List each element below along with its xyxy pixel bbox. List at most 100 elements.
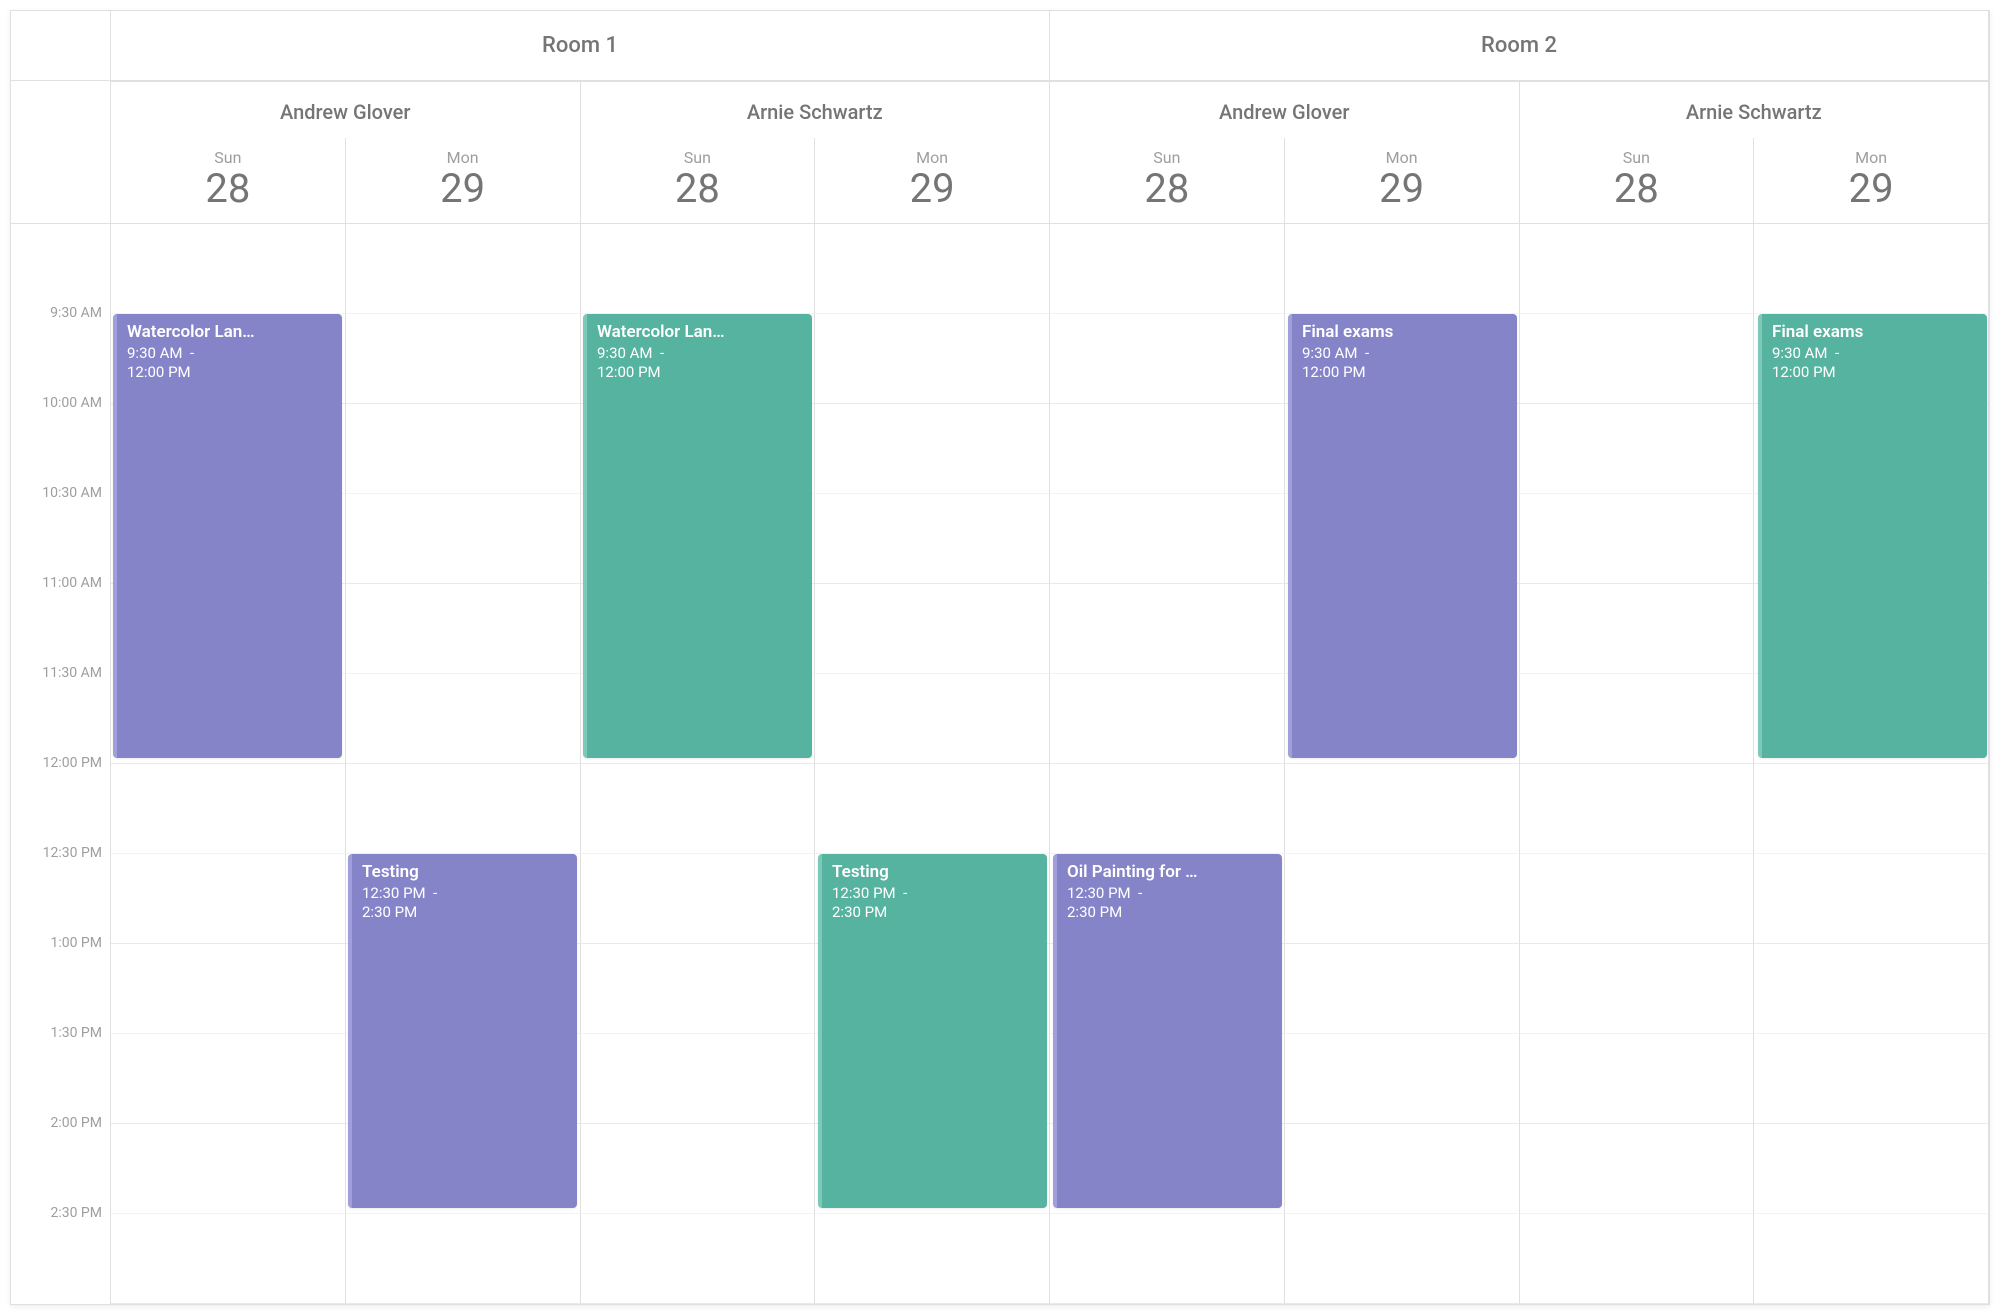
time-cell[interactable] [1754,944,1989,1034]
time-cell[interactable] [1754,1214,1989,1304]
time-cell[interactable] [1754,1124,1989,1214]
time-cell[interactable] [1285,764,1520,854]
time-cell[interactable] [1754,854,1989,944]
time-cell[interactable] [111,1124,346,1214]
time-cell[interactable] [1285,1124,1520,1214]
calendar-body[interactable]: 9:30 AM10:00 AM10:30 AM11:00 AM11:30 AM1… [11,224,1989,1304]
time-cell[interactable] [815,674,1050,764]
header-people-row: Andrew Glover Arnie Schwartz Andrew Glov… [11,81,1989,138]
time-cell[interactable] [581,764,816,854]
event-title: Watercolor Lan… [597,322,802,342]
time-cell[interactable] [815,584,1050,674]
time-cell[interactable] [1520,1034,1755,1124]
day-header[interactable]: Mon29 [1754,138,1989,223]
calendar-event[interactable]: Testing12:30 PM - 2:30 PM [348,854,577,1208]
time-cell[interactable] [1754,1034,1989,1124]
day-header[interactable]: Mon29 [346,138,581,223]
time-cell[interactable] [1285,224,1520,314]
day-number: 29 [1754,167,1988,211]
time-cell[interactable] [1285,854,1520,944]
calendar-event[interactable]: Final exams9:30 AM - 12:00 PM [1288,314,1517,758]
time-cell[interactable] [346,314,581,404]
time-cell[interactable] [1520,764,1755,854]
person-header: Andrew Glover [1050,81,1520,138]
event-title: Watercolor Lan… [127,322,332,342]
time-cell[interactable] [581,944,816,1034]
time-cell[interactable] [1520,224,1755,314]
time-label: 2:30 PM [50,1205,102,1221]
person-label: Andrew Glover [280,100,410,124]
day-number: 28 [1520,167,1754,211]
time-label: 12:00 PM [43,755,102,771]
time-cell[interactable] [111,1214,346,1304]
time-cell[interactable] [1050,1214,1285,1304]
time-cell[interactable] [1050,584,1285,674]
time-cell[interactable] [1520,854,1755,944]
time-cell[interactable] [1050,314,1285,404]
time-cell[interactable] [1754,224,1989,314]
day-header[interactable]: Mon29 [1285,138,1520,223]
time-cell[interactable] [815,494,1050,584]
time-cell[interactable] [1520,404,1755,494]
time-cell[interactable] [1285,1034,1520,1124]
calendar-event[interactable]: Testing12:30 PM - 2:30 PM [818,854,1047,1208]
calendar-event[interactable]: Watercolor Lan…9:30 AM - 12:00 PM [113,314,342,758]
calendar-event[interactable]: Watercolor Lan…9:30 AM - 12:00 PM [583,314,812,758]
time-cell[interactable] [1520,314,1755,404]
time-cell[interactable] [346,584,581,674]
person-header: Arnie Schwartz [1520,81,1990,138]
time-cell[interactable] [581,1124,816,1214]
calendar-event[interactable]: Final exams9:30 AM - 12:00 PM [1758,314,1987,758]
time-cell[interactable] [346,404,581,494]
time-cell[interactable] [1520,944,1755,1034]
time-cell[interactable] [1050,404,1285,494]
day-header[interactable]: Sun28 [1050,138,1285,223]
day-number: 29 [815,167,1049,211]
time-cell[interactable] [1520,674,1755,764]
time-cell[interactable] [111,944,346,1034]
day-header[interactable]: Sun28 [1520,138,1755,223]
time-cell[interactable] [1285,1214,1520,1304]
time-cell[interactable] [111,764,346,854]
person-label: Arnie Schwartz [1686,100,1822,124]
time-cell[interactable] [346,494,581,584]
time-gutter-cell: 1:00 PM [11,944,111,1034]
time-label: 11:30 AM [42,665,102,681]
day-header[interactable]: Sun28 [111,138,346,223]
day-header[interactable]: Mon29 [815,138,1050,223]
time-cell[interactable] [581,1214,816,1304]
time-cell[interactable] [1520,584,1755,674]
time-gutter-cell: 11:00 AM [11,584,111,674]
time-label: 10:00 AM [42,395,102,411]
day-header[interactable]: Sun28 [581,138,816,223]
time-cell[interactable] [581,854,816,944]
event-title: Testing [832,862,1037,882]
time-cell[interactable] [346,674,581,764]
time-cell[interactable] [815,1214,1050,1304]
time-cell[interactable] [346,224,581,314]
time-gutter-cell: 11:30 AM [11,674,111,764]
time-cell[interactable] [1050,674,1285,764]
time-gutter-cell: 1:30 PM [11,1034,111,1124]
time-cell[interactable] [815,314,1050,404]
time-cell[interactable] [581,224,816,314]
time-cell[interactable] [346,1214,581,1304]
time-cell[interactable] [581,1034,816,1124]
time-cell[interactable] [111,854,346,944]
time-cell[interactable] [815,224,1050,314]
time-cell[interactable] [1520,1214,1755,1304]
time-cell[interactable] [111,1034,346,1124]
person-header: Andrew Glover [111,81,581,138]
time-cell[interactable] [1754,764,1989,854]
time-cell[interactable] [346,764,581,854]
time-cell[interactable] [815,764,1050,854]
calendar-event[interactable]: Oil Painting for …12:30 PM - 2:30 PM [1053,854,1282,1208]
time-cell[interactable] [1050,224,1285,314]
time-cell[interactable] [1050,494,1285,584]
time-cell[interactable] [1520,494,1755,584]
time-cell[interactable] [1520,1124,1755,1214]
time-cell[interactable] [111,224,346,314]
time-cell[interactable] [1285,944,1520,1034]
time-cell[interactable] [815,404,1050,494]
time-cell[interactable] [1050,764,1285,854]
